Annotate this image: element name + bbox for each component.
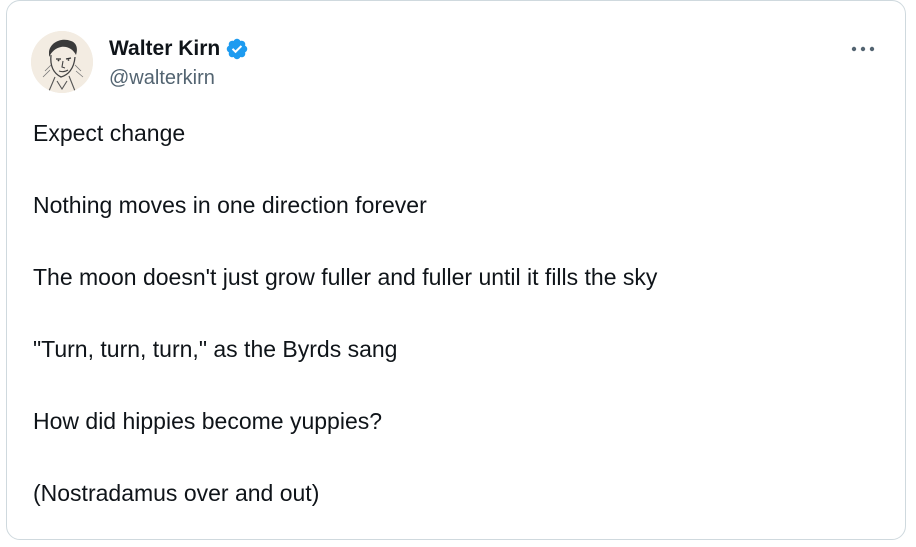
more-options-button[interactable] (849, 37, 877, 61)
tweet-line: Nothing moves in one direction forever (33, 192, 427, 218)
portrait-sketch-icon (31, 31, 93, 93)
tweet-line: Expect change (33, 120, 186, 146)
author-name-row: Walter Kirn (109, 35, 249, 63)
tweet-line: (Nostradamus over and out) (33, 480, 320, 506)
author-handle[interactable]: @walterkirn (109, 65, 215, 91)
tweet-card[interactable]: Walter Kirn @walterkirn Expect change No… (6, 0, 906, 540)
author-avatar[interactable] (31, 31, 93, 93)
tweet-line: "Turn, turn, turn," as the Byrds sang (33, 336, 398, 362)
more-options-icon (851, 46, 875, 52)
verified-badge-icon (226, 38, 248, 60)
author-name[interactable]: Walter Kirn (109, 35, 220, 63)
tweet-line: The moon doesn't just grow fuller and fu… (33, 264, 658, 290)
tweet-text: Expect change Nothing moves in one direc… (33, 115, 883, 547)
tweet-line: How did hippies become yuppies? (33, 408, 383, 434)
